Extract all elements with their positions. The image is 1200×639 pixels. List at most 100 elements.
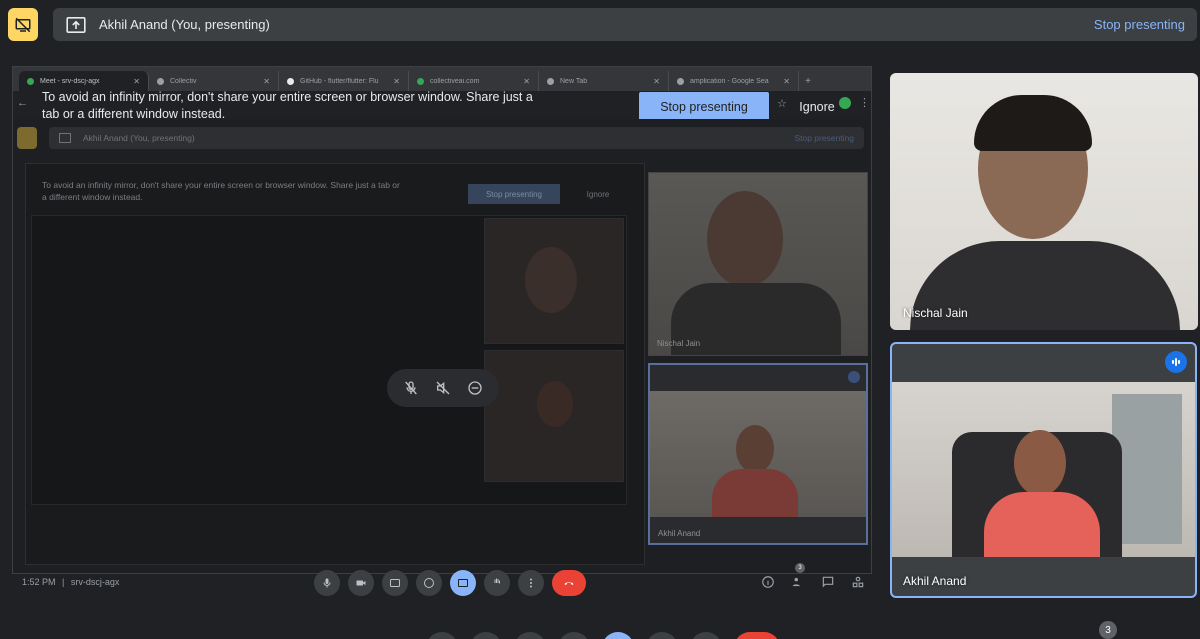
more-options-icon[interactable] — [518, 570, 544, 596]
browser-tab[interactable]: Collectiv ✕ — [149, 71, 279, 91]
participant-count-badge: 3 — [1099, 621, 1117, 639]
captions-icon[interactable] — [382, 570, 408, 596]
back-arrow-icon[interactable]: ← — [17, 97, 28, 109]
bottom-call-controls — [426, 632, 780, 639]
emoji-button[interactable] — [558, 632, 590, 639]
nested-ignore-button: Ignore — [586, 189, 610, 199]
infinity-mirror-message: To avoid an infinity mirror, don't share… — [42, 90, 533, 121]
participant-name: Nischal Jain — [903, 306, 968, 320]
ignore-button[interactable]: Ignore — [785, 92, 849, 122]
meet-icon — [27, 77, 34, 85]
participant-tile-nischal[interactable]: Nischal Jain — [890, 73, 1198, 330]
browser-tab[interactable]: collectiveai.com ✕ — [409, 71, 539, 91]
stop-presenting-button[interactable]: Stop presenting — [639, 92, 769, 122]
info-icon[interactable] — [758, 572, 778, 592]
meeting-details: 1:52 PM | srv-dscj-agx — [22, 577, 119, 587]
remove-icon[interactable] — [464, 377, 486, 399]
volume-off-icon[interactable] — [432, 377, 454, 399]
mic-off-icon[interactable] — [400, 377, 422, 399]
presenting-bar: Akhil Anand (You, presenting) Stop prese… — [53, 8, 1197, 41]
nested-face — [707, 191, 783, 287]
nested-stop-link: Stop presenting — [794, 133, 854, 143]
call-controls — [314, 570, 586, 596]
end-call-icon[interactable] — [552, 570, 586, 596]
nested-tile-nischal: Nischal Jain — [648, 172, 868, 356]
site-icon — [417, 77, 424, 85]
meeting-time: 1:52 PM — [22, 577, 56, 587]
tab-label: Meet - srv-dscj-agx — [40, 77, 100, 85]
browser-tab[interactable]: amplication - Google Sea ✕ — [669, 71, 799, 91]
nested-mirror-message: To avoid an infinity mirror, don't share… — [42, 180, 400, 202]
window-curtain — [1112, 394, 1182, 544]
present-to-all-icon — [65, 16, 87, 34]
browser-tab[interactable]: GitHub - flutter/flutter: Flu ✕ — [279, 71, 409, 91]
close-tab-icon[interactable]: ✕ — [393, 77, 400, 86]
browser-tab[interactable]: New Tab ✕ — [539, 71, 669, 91]
github-icon — [287, 77, 294, 85]
nested-face — [525, 247, 577, 313]
nested-tile-name: Nischal Jain — [657, 339, 701, 348]
more-button[interactable] — [690, 632, 722, 639]
browser-tab[interactable]: Meet - srv-dscj-agx ✕ — [19, 71, 149, 91]
shared-screen: Meet - srv-dscj-agx ✕ Collectiv ✕ GitHub… — [12, 66, 872, 574]
globe-icon — [547, 77, 554, 85]
tab-label: collectiveai.com — [430, 77, 480, 85]
participant-face — [1014, 430, 1066, 496]
present-button[interactable] — [602, 632, 634, 639]
nested-speaking-icon — [848, 371, 860, 383]
nested-body — [712, 469, 798, 517]
nested-stop-button: Stop presenting — [468, 184, 560, 204]
tab-label: GitHub - flutter/flutter: Flu — [300, 77, 379, 85]
mic-icon[interactable] — [314, 570, 340, 596]
nested-present-icon — [59, 133, 71, 143]
more-menu-icon[interactable]: ⋮ — [859, 96, 870, 109]
nested-tile-akhil: Akhil Anand — [648, 363, 868, 545]
people-icon[interactable] — [788, 572, 808, 592]
tab-label: amplication - Google Sea — [690, 77, 769, 85]
new-tab-icon[interactable]: + — [799, 71, 817, 91]
nested-thumb-bottom — [484, 350, 624, 482]
raise-hand-icon[interactable] — [484, 570, 510, 596]
tab-label: New Tab — [560, 77, 588, 85]
camera-icon[interactable] — [348, 570, 374, 596]
present-icon[interactable] — [450, 570, 476, 596]
browser-tab-strip: Meet - srv-dscj-agx ✕ Collectiv ✕ GitHub… — [13, 67, 871, 91]
participant-shirt — [984, 492, 1100, 557]
nested-tile-name: Akhil Anand — [658, 529, 701, 538]
chat-icon[interactable] — [818, 572, 838, 592]
presenting-title: Akhil Anand (You, presenting) — [99, 17, 270, 32]
meet-window: Akhil Anand (You, presenting) Stop prese… — [0, 0, 1200, 639]
camera-button[interactable] — [470, 632, 502, 639]
close-tab-icon[interactable]: ✕ — [263, 77, 270, 86]
close-tab-icon[interactable]: ✕ — [133, 77, 140, 86]
site-icon — [157, 77, 164, 85]
nested-presenting-bar: Akhil Anand (You, presenting) Stop prese… — [49, 127, 864, 149]
nested-face — [537, 381, 573, 427]
nested-mirror-view: Akhil Anand (You, presenting) Stop prese… — [13, 119, 871, 573]
speaking-indicator-icon — [1165, 351, 1187, 373]
tab-label: Collectiv — [170, 77, 197, 85]
mic-button[interactable] — [426, 632, 458, 639]
activities-icon[interactable] — [848, 572, 868, 592]
nested-present-off-icon — [17, 127, 37, 149]
side-controls — [758, 572, 868, 592]
emoji-icon[interactable] — [416, 570, 442, 596]
meeting-code: srv-dscj-agx — [70, 577, 120, 587]
participant-tile-akhil[interactable]: Akhil Anand — [890, 342, 1197, 598]
nested-face — [736, 425, 774, 473]
close-tab-icon[interactable]: ✕ — [653, 77, 660, 86]
raise-hand-button[interactable] — [646, 632, 678, 639]
stop-presenting-link[interactable]: Stop presenting — [1094, 17, 1185, 32]
nested-inner-screen — [31, 215, 627, 505]
tile-hover-controls — [387, 369, 499, 407]
present-off-icon[interactable] — [8, 8, 38, 41]
close-tab-icon[interactable]: ✕ — [783, 77, 790, 86]
google-icon — [677, 77, 684, 85]
participant-name: Akhil Anand — [903, 574, 967, 588]
details-separator: | — [62, 577, 65, 587]
close-tab-icon[interactable]: ✕ — [523, 77, 530, 86]
captions-button[interactable] — [514, 632, 546, 639]
end-call-button[interactable] — [734, 632, 780, 639]
nested-thumb-top — [484, 218, 624, 344]
nested-presenting-title: Akhil Anand (You, presenting) — [83, 133, 195, 143]
